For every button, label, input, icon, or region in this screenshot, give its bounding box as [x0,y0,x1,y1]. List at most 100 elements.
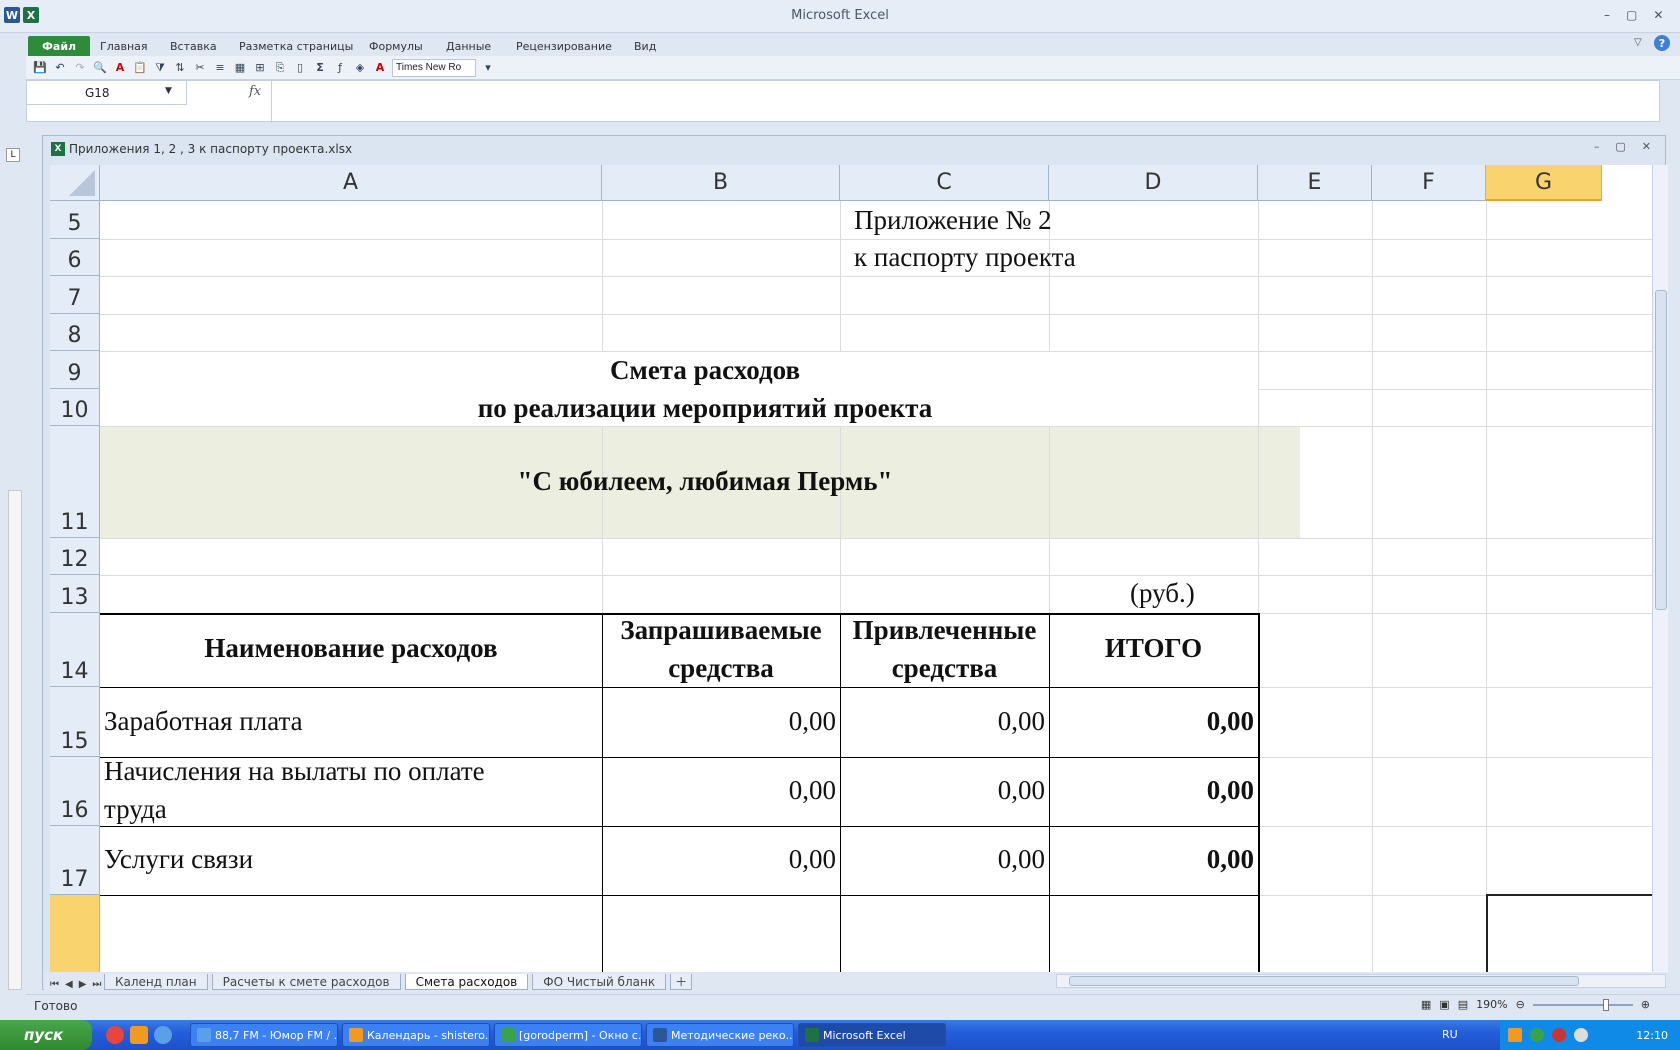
help-icon[interactable]: ? [1654,35,1670,51]
font-color-a-icon[interactable]: A [112,60,128,76]
row-header-10[interactable]: 10 [50,389,100,426]
row-header-6[interactable]: 6 [50,239,100,276]
zoom-slider-knob[interactable] [1602,998,1609,1011]
horizontal-scrollbar[interactable] [1056,974,1666,988]
language-indicator[interactable]: RU [1442,1028,1458,1041]
column-header-d[interactable]: D [1049,165,1258,201]
column-header-g[interactable]: G [1486,165,1602,201]
workbook-close-button[interactable]: ✕ [1642,140,1651,153]
redo-icon[interactable]: ↷ [72,60,88,76]
page-break-view-icon[interactable]: ▤ [1458,998,1468,1011]
copy-icon[interactable]: ⎘ [272,60,288,76]
row-header-18[interactable]: 18 [50,895,100,973]
sum-icon[interactable]: Σ [312,60,328,76]
select-all-corner[interactable] [50,165,100,201]
function-icon[interactable]: ƒ [332,60,348,76]
normal-view-icon[interactable]: ▦ [1421,998,1431,1011]
cell-area[interactable]: Приложение № 2 к паспорту проекта Смета … [100,201,1652,973]
font-name-select[interactable]: Times New Ro [392,58,476,77]
vertical-scrollbar[interactable] [1652,165,1668,973]
tab-page-layout[interactable]: Разметка страницы [239,36,353,56]
column-header-c[interactable]: C [840,165,1049,201]
formula-input[interactable] [277,85,1637,115]
row-header-5[interactable]: 5 [50,201,100,239]
task-radio[interactable]: 88,7 FM - Юмор FM / ... [190,1023,338,1047]
vertical-scroll-thumb[interactable] [1655,290,1667,610]
align-center-icon[interactable]: ≡ [212,60,228,76]
chrome-icon[interactable] [106,1026,124,1044]
ribbon-collapse-icon[interactable]: ▽ [1634,37,1642,48]
print-preview-icon[interactable]: 🔍 [92,60,108,76]
insert-sheet-icon[interactable]: ＋ [670,974,693,990]
row-header-16[interactable]: 16 [50,757,100,826]
tab-review[interactable]: Рецензирование [516,36,612,56]
row-header-11[interactable]: 11 [50,426,100,538]
tray-opera-icon[interactable] [1508,1028,1522,1042]
customize-toolbar-icon[interactable]: ▾ [480,60,496,76]
close-button[interactable]: ✕ [1653,8,1663,22]
tray-app-icon[interactable] [1530,1028,1544,1042]
name-box[interactable]: G18 [27,81,187,105]
row-header-15[interactable]: 15 [50,687,100,757]
row-header-12[interactable]: 12 [50,538,100,575]
tab-view[interactable]: Вид [634,36,656,56]
zoom-level[interactable]: 190% [1476,998,1507,1011]
start-button[interactable]: пуск [0,1020,92,1050]
sheet-tab-expense-estimate[interactable]: Смета расходов [404,974,529,990]
column-header-b[interactable]: B [602,165,840,201]
tab-data[interactable]: Данные [446,36,491,56]
zoom-slider[interactable] [1532,998,1633,1011]
insert-function-icon[interactable]: fx [249,84,261,99]
task-excel[interactable]: Microsoft Excel [798,1023,946,1047]
cut-icon[interactable]: ✂ [192,60,208,76]
tab-home[interactable]: Главная [100,36,148,56]
horizontal-scroll-thumb[interactable] [1069,976,1579,986]
tray-volume-icon[interactable] [1574,1028,1588,1042]
next-sheet-icon[interactable]: ▶ [79,979,87,990]
row-header-8[interactable]: 8 [50,314,100,351]
fill-color-icon[interactable]: ◈ [352,60,368,76]
zoom-out-icon[interactable]: ⊖ [1516,998,1525,1011]
column-header-a[interactable]: A [100,165,602,201]
page-icon[interactable]: ▯ [292,60,308,76]
task-calendar[interactable]: Календарь - shistero... [342,1023,490,1047]
task-gorodperm[interactable]: [gorodperm] - Окно с... [494,1023,642,1047]
minimize-button[interactable]: – [1604,8,1610,22]
borders-icon[interactable]: ▦ [232,60,248,76]
worksheet-grid[interactable]: A B C D E F G 5 6 7 8 9 10 11 12 13 14 1… [50,165,1652,973]
tray-antivirus-icon[interactable] [1552,1028,1566,1042]
sheet-tab-estimate-calculations[interactable]: Расчеты к смете расходов [211,974,401,990]
table-icon[interactable]: ⊞ [252,60,268,76]
zoom-in-icon[interactable]: ⊕ [1641,998,1650,1011]
row-header-9[interactable]: 9 [50,351,100,389]
workbook-restore-button[interactable]: ▢ [1615,140,1625,153]
row-header-13[interactable]: 13 [50,575,100,613]
sheet-tab-blank-form[interactable]: ФО Чистый бланк [532,974,667,990]
ruler-toggle-icon[interactable]: L [6,148,20,162]
ie-icon[interactable] [154,1026,172,1044]
tab-formulas[interactable]: Формулы [369,36,423,56]
row-header-7[interactable]: 7 [50,276,100,314]
column-header-f[interactable]: F [1372,165,1486,201]
selected-cell-g18[interactable] [1486,894,1652,973]
tab-insert[interactable]: Вставка [170,36,217,56]
row-header-14[interactable]: 14 [50,613,100,687]
font-color-icon[interactable]: A [372,60,388,76]
clock[interactable]: 12:10 [1636,1029,1668,1042]
prev-sheet-icon[interactable]: ◀ [65,979,73,990]
filter-icon[interactable]: ⧩ [152,60,168,76]
maximize-button[interactable]: ▢ [1626,8,1637,22]
sort-icon[interactable]: ⇅ [172,60,188,76]
task-word-doc[interactable]: Методические реко... [646,1023,794,1047]
workbook-minimize-button[interactable]: – [1594,140,1600,153]
save-icon[interactable]: 💾 [32,60,48,76]
page-layout-view-icon[interactable]: ▣ [1439,998,1449,1011]
sheet-tab-calendar-plan[interactable]: Календ план [104,974,208,990]
first-sheet-icon[interactable]: ⏮ [50,979,59,990]
tab-file[interactable]: Файл [28,36,91,56]
undo-icon[interactable]: ↶ [52,60,68,76]
name-box-dropdown-icon[interactable]: ▼ [165,86,172,96]
opera-icon[interactable] [130,1026,148,1044]
column-header-e[interactable]: E [1258,165,1372,201]
paste-icon[interactable]: 📋 [132,60,148,76]
